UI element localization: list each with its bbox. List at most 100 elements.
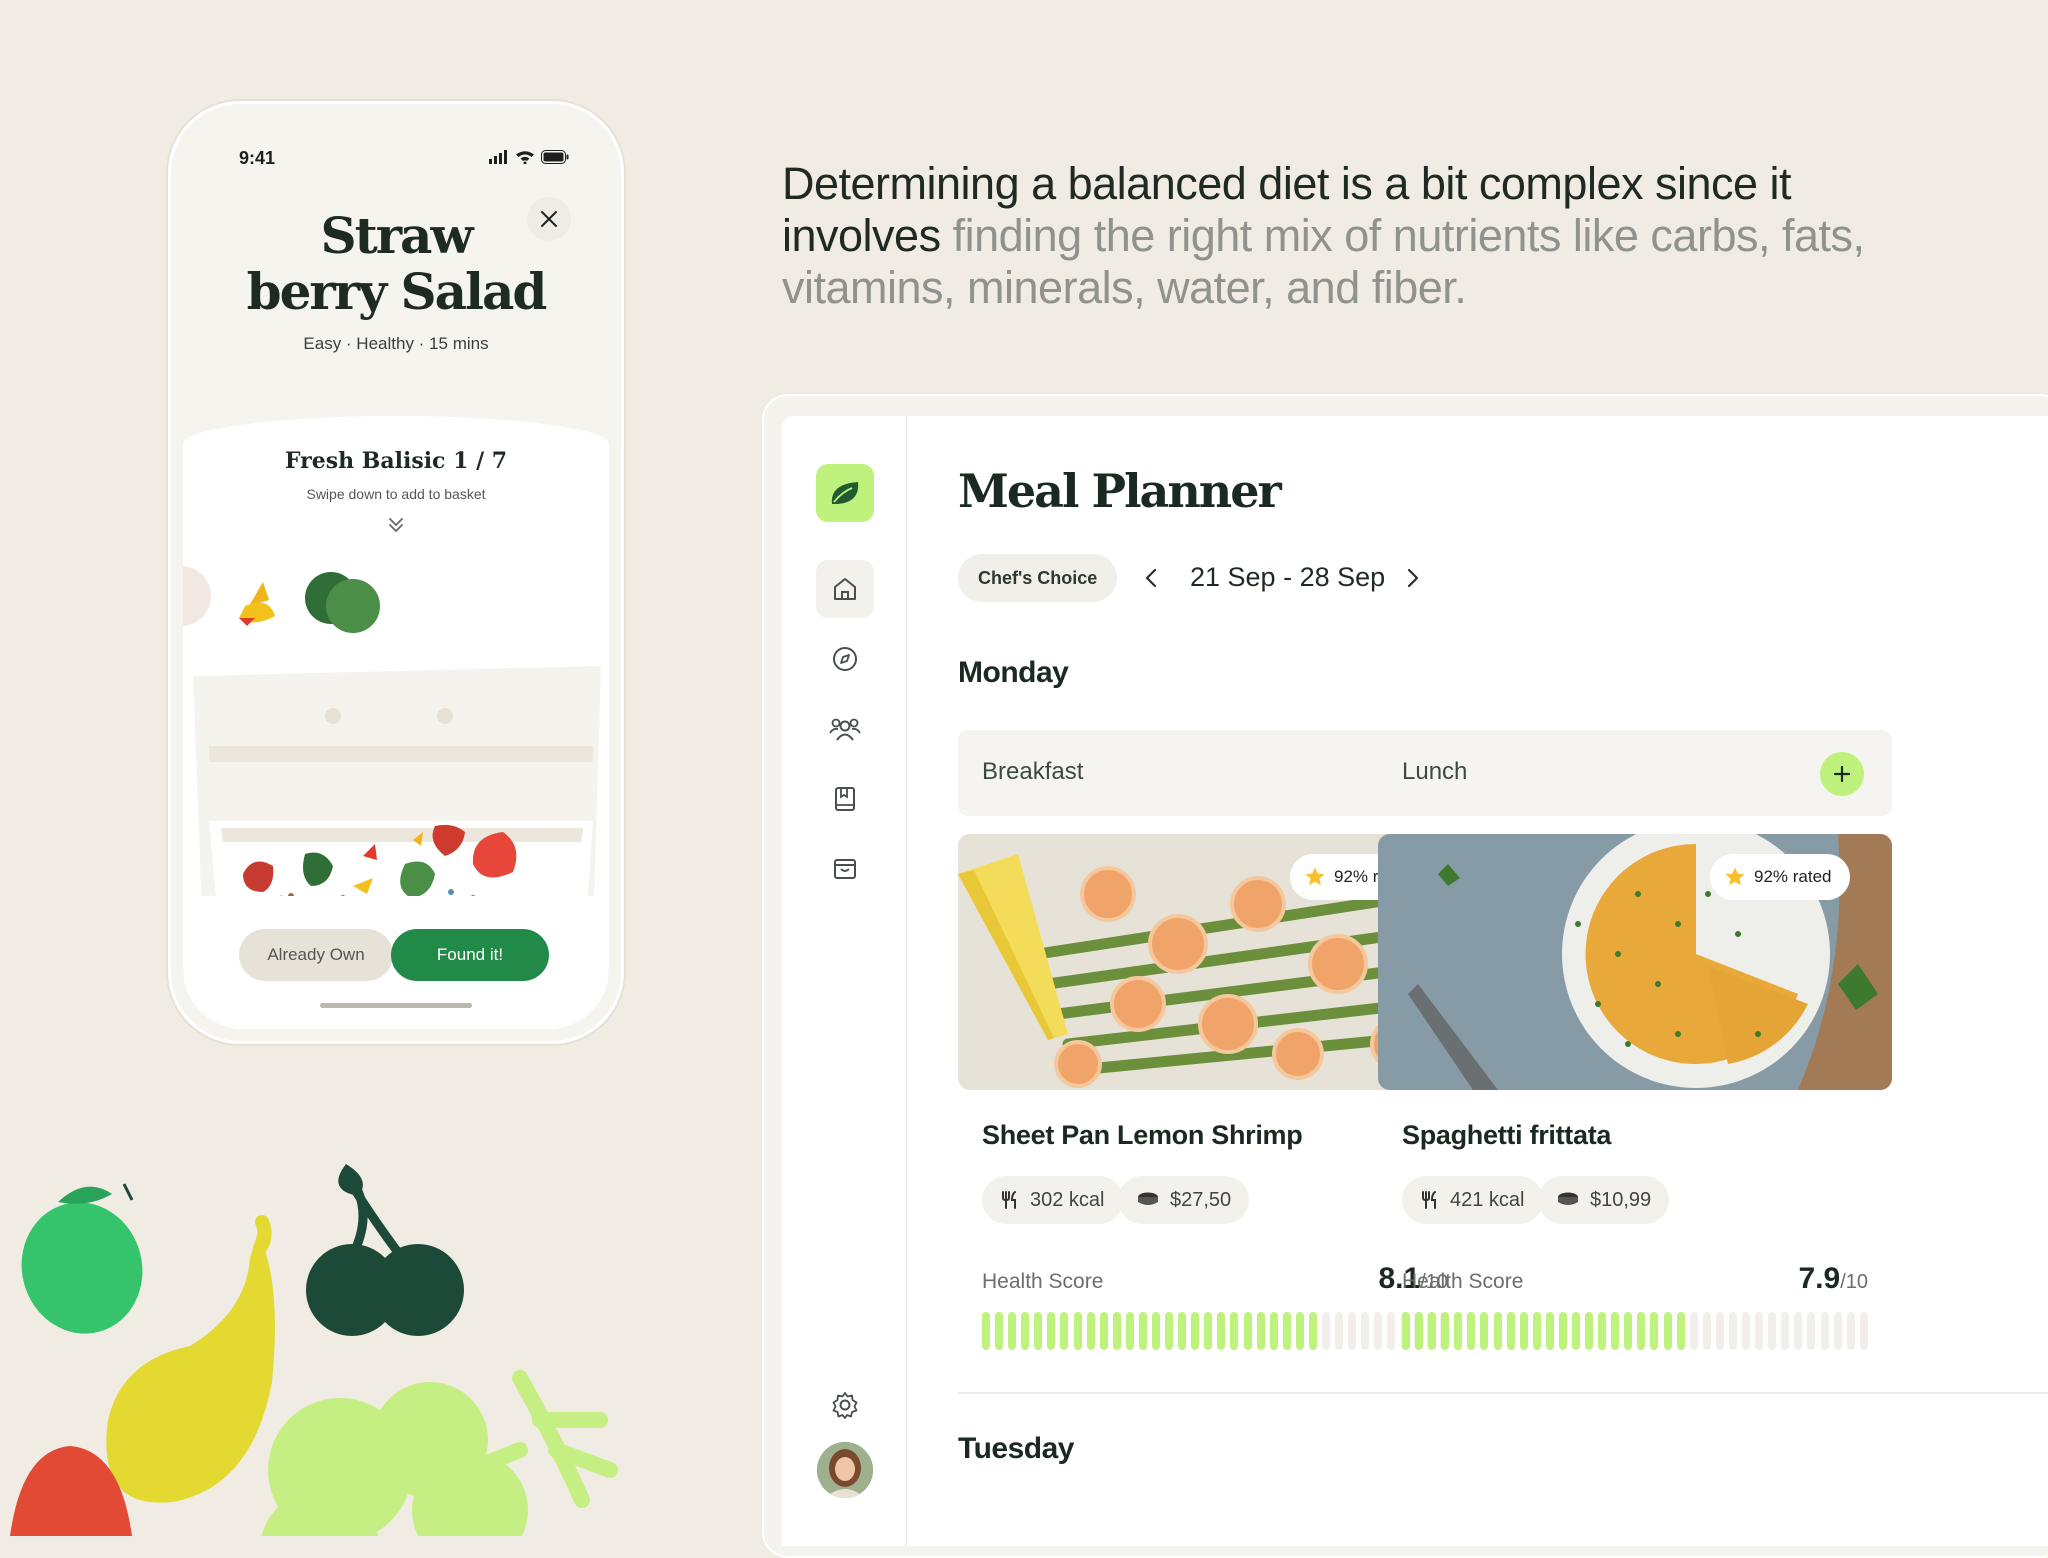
health-score-segment	[1204, 1312, 1213, 1350]
health-score-segment	[1335, 1312, 1344, 1350]
health-score-segment	[1269, 1312, 1278, 1350]
cutlery-icon	[1002, 1191, 1016, 1209]
health-score-segment	[1558, 1312, 1567, 1350]
add-lunch-button[interactable]	[1820, 752, 1864, 796]
nav-pantry[interactable]	[816, 840, 874, 898]
health-score-bar	[982, 1312, 1448, 1350]
meal-header: Lunch	[1378, 730, 1892, 816]
health-score-segment	[1060, 1312, 1069, 1350]
health-score-segment	[1191, 1312, 1200, 1350]
health-score-segment	[1755, 1312, 1764, 1350]
health-score-segment	[1322, 1312, 1331, 1350]
health-score-segment	[1663, 1312, 1672, 1350]
nav-explore[interactable]	[816, 630, 874, 688]
health-score-segment	[1178, 1312, 1187, 1350]
health-score-segment	[1308, 1312, 1317, 1350]
meal-name[interactable]: Spaghetti frittata	[1402, 1120, 1611, 1151]
status-icons	[489, 150, 569, 164]
user-avatar[interactable]	[817, 1442, 873, 1498]
status-time: 9:41	[239, 148, 276, 168]
health-score-label: Health Score	[1402, 1270, 1524, 1293]
health-score-segment	[1165, 1312, 1174, 1350]
found-it-button[interactable]: Found it!	[391, 929, 549, 981]
previous-week-button[interactable]	[1134, 561, 1168, 595]
health-score-segment	[1715, 1312, 1724, 1350]
avatar-image	[817, 1442, 873, 1498]
health-score-segment	[1021, 1312, 1030, 1350]
recipe-meta: Easy · Healthy · 15 mins	[303, 334, 489, 353]
health-score-label: Health Score	[982, 1270, 1104, 1293]
health-score-segment	[1008, 1312, 1017, 1350]
health-score-segment	[1650, 1312, 1659, 1350]
day-divider	[958, 1392, 2048, 1394]
health-score-segment	[1243, 1312, 1252, 1350]
cutlery-icon	[1422, 1191, 1436, 1209]
chefs-choice-chip[interactable]: Chef's Choice	[958, 554, 1118, 602]
health-score-segment	[1585, 1312, 1594, 1350]
nav-community[interactable]	[816, 700, 874, 758]
rating-text: 92% rated	[1754, 867, 1832, 886]
kcal-value: 421 kcal	[1450, 1188, 1525, 1211]
compass-icon	[833, 647, 857, 671]
price-value: $10,99	[1590, 1188, 1652, 1211]
chevron-right-icon	[1407, 568, 1419, 588]
health-score-segment	[1689, 1312, 1698, 1350]
app-logo[interactable]	[816, 464, 874, 522]
meal-photo[interactable]: 92% rated	[1378, 834, 1892, 1090]
settings-icon	[832, 1392, 858, 1419]
star-icon	[1305, 867, 1325, 886]
price-value: $27,50	[1170, 1188, 1232, 1211]
health-score-segment	[1034, 1312, 1043, 1350]
health-score-segment	[1611, 1312, 1620, 1350]
health-score-number: 7.9	[1798, 1262, 1841, 1295]
health-score-segment	[1441, 1312, 1450, 1350]
health-score-segment	[1598, 1312, 1607, 1350]
health-score-segment	[1152, 1312, 1161, 1350]
health-score-segment	[1112, 1312, 1121, 1350]
health-score-bar	[1402, 1312, 1868, 1350]
fruit-illustration	[10, 1164, 618, 1536]
nav-recipes[interactable]	[816, 770, 874, 828]
health-score-segment	[1217, 1312, 1226, 1350]
phone-screen: 9:41 Straw berry Salad Easy · Healthy · …	[183, 116, 609, 1029]
health-score-segment	[1256, 1312, 1265, 1350]
health-score-segment	[1846, 1312, 1855, 1350]
health-score-segment	[1742, 1312, 1751, 1350]
price-pill: $27,50	[1118, 1176, 1250, 1224]
app-window: Meal Planner Chef's Choice 21 Sep - 28 S…	[782, 416, 2048, 1546]
home-icon	[834, 578, 856, 600]
health-score-segment	[1820, 1312, 1829, 1350]
health-score-segment	[1415, 1312, 1424, 1350]
already-own-button[interactable]: Already Own	[239, 929, 393, 981]
phone-mockup: 9:41 Straw berry Salad Easy · Healthy · …	[168, 101, 624, 1044]
star-icon	[1725, 867, 1745, 886]
coins-icon	[1138, 1192, 1158, 1205]
book-icon	[835, 787, 855, 811]
health-score-segment	[1807, 1312, 1816, 1350]
wifi-icon	[516, 151, 534, 164]
battery-icon	[541, 150, 569, 164]
health-score-segment	[1295, 1312, 1304, 1350]
health-score-segment	[1387, 1312, 1396, 1350]
health-score-segment	[1833, 1312, 1842, 1350]
close-icon	[541, 211, 557, 227]
meal-name[interactable]: Sheet Pan Lemon Shrimp	[982, 1120, 1303, 1151]
nav-home[interactable]	[816, 560, 874, 618]
health-score-segment	[1086, 1312, 1095, 1350]
nav-settings[interactable]	[816, 1376, 874, 1434]
salad-bowl-illustration	[183, 566, 601, 896]
signal-icon	[489, 150, 507, 164]
health-score-segment	[1402, 1312, 1410, 1350]
price-pill: $10,99	[1538, 1176, 1670, 1224]
health-score-segment	[1125, 1312, 1134, 1350]
health-score-segment	[1545, 1312, 1554, 1350]
home-indicator[interactable]	[320, 1003, 472, 1008]
health-score-segment	[982, 1312, 990, 1350]
close-button[interactable]	[527, 197, 571, 241]
users-icon	[829, 718, 861, 741]
kcal-pill: 421 kcal	[1402, 1176, 1543, 1224]
archive-icon	[834, 859, 856, 879]
chevrons-down-icon	[389, 518, 403, 533]
health-score-segment	[1506, 1312, 1515, 1350]
next-week-button[interactable]	[1396, 561, 1430, 595]
